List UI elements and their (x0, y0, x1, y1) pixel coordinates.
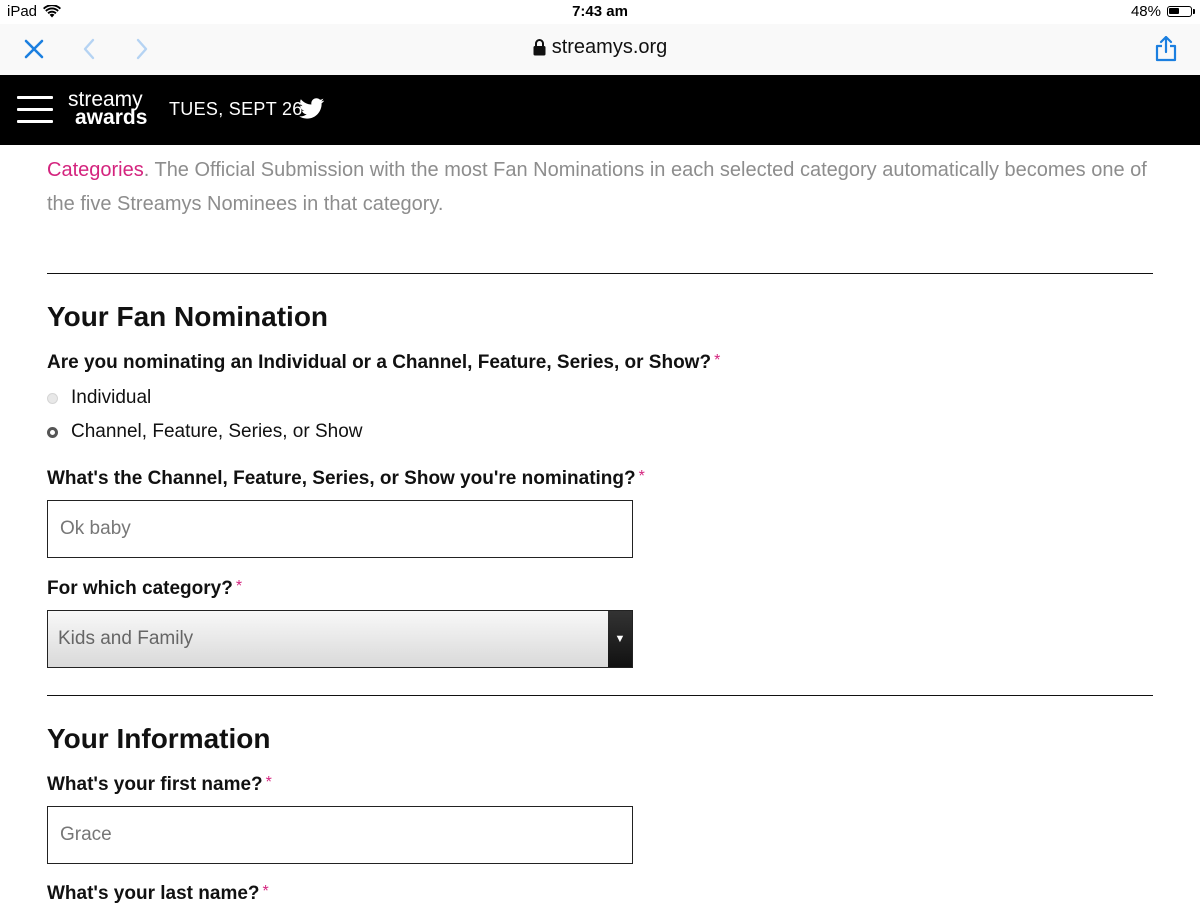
nominee-name-input[interactable]: Ok baby (47, 500, 633, 558)
categories-link[interactable]: Categories (47, 159, 144, 181)
site-header: streamy awards TUES, SEPT 26 (0, 75, 1200, 145)
required-mark: * (262, 883, 269, 900)
streamy-awards-logo[interactable]: streamy awards (68, 89, 147, 128)
form-content: Categories. The Official Submission with… (47, 145, 1153, 904)
first-name-input[interactable]: Grace (47, 806, 633, 864)
category-label: For which category? (47, 578, 233, 599)
intro-paragraph: Categories. The Official Submission with… (47, 153, 1153, 221)
required-mark: * (265, 774, 272, 791)
nomination-type-label: Are you nominating an Individual or a Ch… (47, 352, 712, 373)
last-name-question: What's your last name? * (47, 883, 269, 905)
required-mark: * (638, 468, 645, 485)
menu-line (17, 120, 53, 123)
radio-label: Individual (71, 387, 152, 408)
status-bar: iPad 7:43 am 48% (0, 0, 1200, 24)
menu-line (17, 96, 53, 99)
chevron-down-icon[interactable]: ▼ (608, 611, 632, 667)
category-select[interactable]: Kids and Family ▼ (47, 610, 633, 668)
intro-text: . The Official Submission with the most … (47, 159, 1147, 215)
first-name-question: What's your first name? * (47, 774, 272, 796)
event-date: TUES, SEPT 26 (169, 99, 303, 119)
share-button[interactable] (1151, 34, 1181, 64)
status-time: 7:43 am (572, 3, 628, 20)
menu-icon[interactable] (17, 96, 53, 126)
battery-nub (1193, 9, 1195, 14)
required-mark: * (235, 578, 243, 595)
radio-button[interactable] (47, 392, 58, 404)
share-icon (1155, 36, 1177, 62)
first-name-value: Grace (60, 824, 112, 845)
twitter-icon[interactable] (299, 98, 325, 120)
category-question: For which category? * (47, 578, 242, 600)
radio-channel[interactable]: Channel, Feature, Series, or Show (47, 415, 363, 449)
browser-toolbar: streamys.org (0, 24, 1200, 75)
radio-button[interactable] (47, 426, 58, 438)
radio-label: Channel, Feature, Series, or Show (71, 421, 363, 442)
battery-icon (1167, 6, 1195, 17)
your-information-heading: Your Information (47, 723, 271, 754)
fan-nomination-heading: Your Fan Nomination (47, 301, 329, 332)
battery-level (1169, 8, 1179, 14)
menu-line (17, 108, 53, 111)
section-divider (47, 695, 1153, 696)
required-mark: * (714, 352, 721, 369)
section-divider (47, 273, 1153, 274)
radio-individual[interactable]: Individual (47, 381, 151, 415)
battery-percent: 48% (1130, 3, 1161, 20)
logo-bottom-text: awards (75, 106, 148, 129)
nominee-name-question: What's the Channel, Feature, Series, or … (47, 468, 645, 490)
address-bar[interactable]: streamys.org (0, 36, 1200, 59)
nomination-type-question: Are you nominating an Individual or a Ch… (47, 352, 720, 374)
nominee-name-label: What's the Channel, Feature, Series, or … (47, 468, 636, 489)
status-right: 48% (1130, 3, 1195, 20)
url-text: streamys.org (551, 36, 668, 58)
first-name-label: What's your first name? (47, 774, 263, 795)
last-name-label: What's your last name? (47, 883, 260, 904)
lock-icon (533, 39, 546, 56)
nominee-name-value: Ok baby (60, 518, 131, 539)
category-value: Kids and Family (58, 628, 194, 649)
